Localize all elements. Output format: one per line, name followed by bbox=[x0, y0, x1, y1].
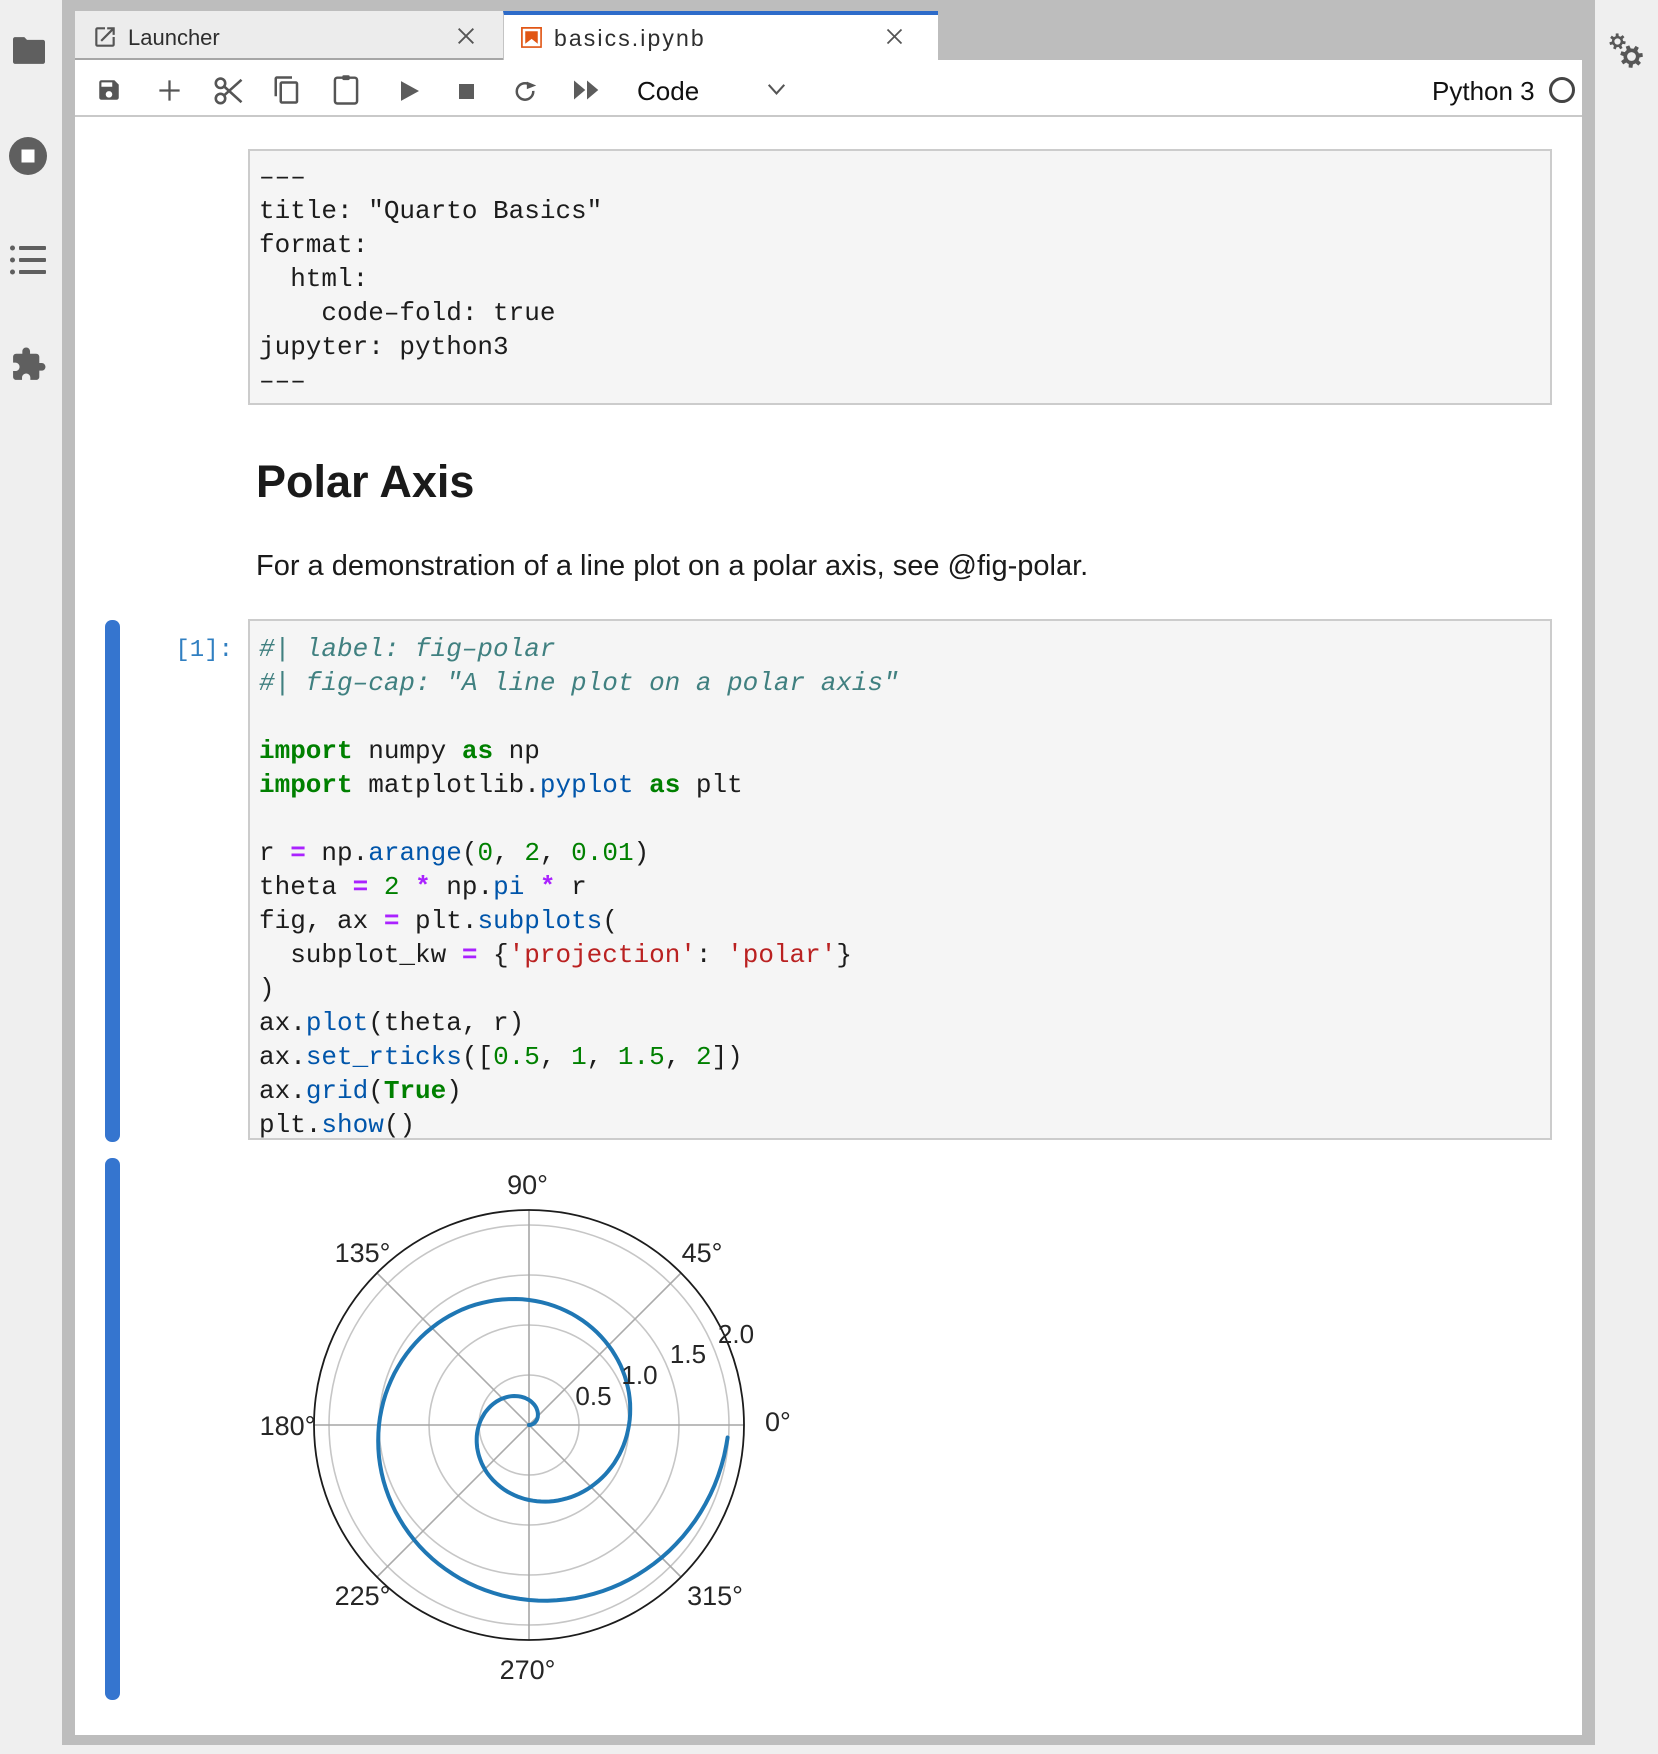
svg-text:315°: 315° bbox=[687, 1581, 743, 1611]
svg-text:90°: 90° bbox=[507, 1170, 548, 1200]
svg-text:270°: 270° bbox=[500, 1655, 556, 1685]
svg-text:225°: 225° bbox=[335, 1581, 391, 1611]
svg-text:1.0: 1.0 bbox=[621, 1360, 657, 1390]
svg-text:135°: 135° bbox=[335, 1238, 391, 1268]
svg-text:0.5: 0.5 bbox=[575, 1381, 611, 1411]
svg-text:180°: 180° bbox=[260, 1411, 316, 1441]
svg-text:0°: 0° bbox=[765, 1407, 791, 1437]
svg-text:1.5: 1.5 bbox=[670, 1339, 706, 1369]
svg-text:45°: 45° bbox=[682, 1238, 723, 1268]
svg-text:2.0: 2.0 bbox=[718, 1319, 754, 1349]
